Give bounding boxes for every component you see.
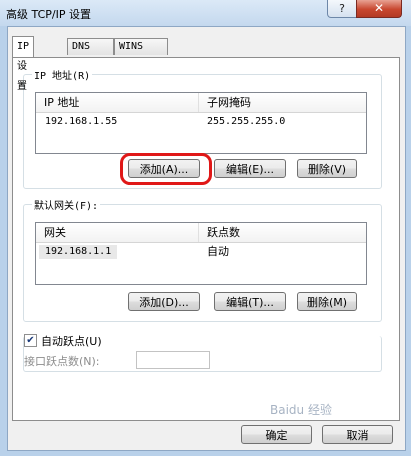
close-button[interactable]: ✕ xyxy=(356,0,402,18)
interface-metric-label: 接口跃点数(N): xyxy=(24,355,100,368)
tab-wins[interactable]: WINS xyxy=(114,38,168,55)
gateway-group: 默认网关(F): 网关 跃点数 192.168.1.1 自动 添加(D)... … xyxy=(23,197,382,322)
column-subnet-mask[interactable]: 子网掩码 xyxy=(198,93,367,112)
column-gateway[interactable]: 网关 xyxy=(36,223,204,242)
ip-address-group: IP 地址(R) IP 地址 子网掩码 192.168.1.55 255.255… xyxy=(23,67,382,189)
gateway-edit-button[interactable]: 编辑(T)... xyxy=(214,292,286,311)
ip-edit-button[interactable]: 编辑(E)... xyxy=(214,159,286,178)
help-button[interactable]: ? xyxy=(327,0,357,18)
tab-label: DNS xyxy=(72,41,91,52)
gateway-cell[interactable]: 192.168.1.1 xyxy=(39,245,118,259)
interface-metric-input[interactable] xyxy=(136,351,210,369)
metric-cell[interactable]: 自动 xyxy=(207,245,229,259)
gateway-group-label: 默认网关(F): xyxy=(32,197,101,212)
auto-metric-label[interactable]: 自动跃点(U) xyxy=(41,333,105,349)
tab-panel-ip-settings: IP 地址(R) IP 地址 子网掩码 192.168.1.55 255.255… xyxy=(12,57,400,421)
title-bar: 高级 TCP/IP 设置 ? ✕ xyxy=(0,0,411,26)
dialog-body: IP 设置 DNS WINS IP 地址(R) IP 地址 子网掩码 192.1… xyxy=(7,26,406,451)
checkmark-icon: ✔ xyxy=(26,335,35,346)
column-metric[interactable]: 跃点数 xyxy=(198,223,367,242)
tab-dns[interactable]: DNS xyxy=(67,38,114,55)
ok-button[interactable]: 确定 xyxy=(241,425,312,444)
gateway-delete-button[interactable]: 删除(M) xyxy=(297,292,357,311)
list-header: IP 地址 子网掩码 xyxy=(36,93,366,113)
ip-address-group-label: IP 地址(R) xyxy=(32,67,93,82)
help-icon: ? xyxy=(339,2,345,15)
close-icon: ✕ xyxy=(373,1,385,15)
ip-address-list[interactable]: IP 地址 子网掩码 192.168.1.55 255.255.255.0 xyxy=(35,92,367,154)
metric-group: ✔ 自动跃点(U) 接口跃点数(N): xyxy=(23,333,382,372)
gateway-list[interactable]: 网关 跃点数 192.168.1.1 自动 xyxy=(35,222,367,285)
ip-add-button[interactable]: 添加(A)... xyxy=(128,159,200,178)
column-ip-address[interactable]: IP 地址 xyxy=(36,93,204,112)
tab-ip-settings[interactable]: IP 设置 xyxy=(12,36,35,92)
ip-delete-button[interactable]: 删除(V) xyxy=(297,159,357,178)
tab-label: WINS xyxy=(119,41,144,52)
list-header: 网关 跃点数 xyxy=(36,223,366,243)
watermark-logo: Baidu 经验 xyxy=(270,403,332,417)
subnet-mask-cell[interactable]: 255.255.255.0 xyxy=(207,115,285,129)
cancel-button[interactable]: 取消 xyxy=(322,425,393,444)
auto-metric-checkbox[interactable]: ✔ xyxy=(24,334,37,347)
gateway-add-button[interactable]: 添加(D)... xyxy=(128,292,200,311)
ip-address-cell[interactable]: 192.168.1.55 xyxy=(45,115,117,129)
window-title: 高级 TCP/IP 设置 xyxy=(6,8,91,21)
